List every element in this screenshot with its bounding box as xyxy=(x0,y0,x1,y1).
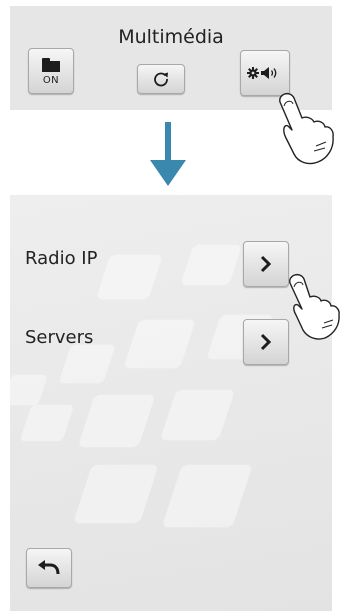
chevron-right-icon xyxy=(260,255,272,273)
arrow-down-icon xyxy=(150,122,186,186)
folder-button-label: ON xyxy=(42,75,60,86)
folder-on-button[interactable]: ON xyxy=(28,48,74,94)
chevron-right-icon xyxy=(260,333,272,351)
back-arrow-icon xyxy=(38,560,60,575)
refresh-button[interactable] xyxy=(137,64,185,94)
panel-title: Multimédia xyxy=(118,26,224,48)
multimedia-menu-screen: Radio IP Servers xyxy=(10,195,332,611)
pointing-hand-icon xyxy=(279,92,334,165)
menu-item-servers-label: Servers xyxy=(25,327,94,348)
pointing-hand-icon xyxy=(289,273,340,340)
refresh-icon xyxy=(154,72,168,87)
folder-icon xyxy=(42,58,60,72)
menu-item-radio-ip-label: Radio IP xyxy=(25,248,98,269)
back-button[interactable] xyxy=(26,548,72,588)
gear-speaker-icon xyxy=(247,67,277,79)
